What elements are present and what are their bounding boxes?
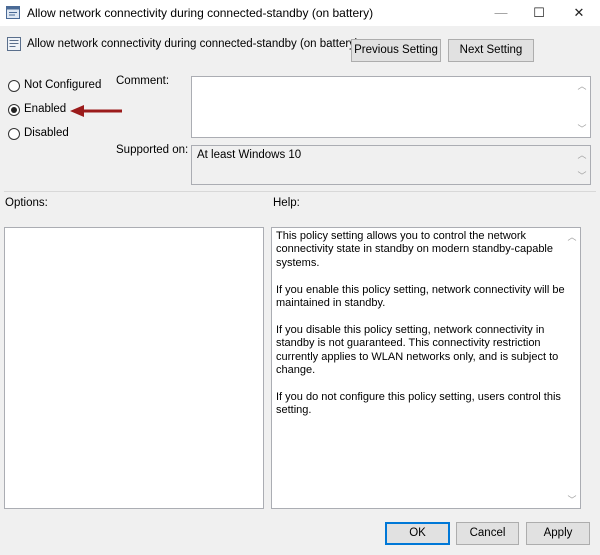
comment-input[interactable]: ︿ ﹀ (191, 76, 591, 138)
supported-on-label: Supported on: (116, 144, 189, 156)
title-bar: Allow network connectivity during connec… (0, 0, 600, 26)
supported-on-value: At least Windows 10 (197, 149, 302, 161)
comment-scroll-down-icon[interactable]: ﹀ (576, 122, 588, 135)
help-paragraph: If you disable this policy setting, netw… (276, 323, 559, 377)
ok-button[interactable]: OK (385, 522, 450, 545)
radio-not-configured[interactable] (8, 80, 20, 92)
options-panel (4, 227, 264, 509)
radio-disabled[interactable] (8, 128, 20, 140)
maximize-button[interactable]: ☐ (520, 0, 558, 26)
previous-setting-button[interactable]: Previous Setting (351, 39, 441, 62)
options-label: Options: (5, 197, 48, 209)
next-setting-button[interactable]: Next Setting (448, 39, 534, 62)
annotation-arrow-icon (70, 105, 122, 117)
cancel-button[interactable]: Cancel (456, 522, 519, 545)
supported-on-field: At least Windows 10 ︿ ﹀ (191, 145, 591, 185)
comment-scroll-up-icon[interactable]: ︿ (576, 79, 588, 92)
help-paragraph: If you enable this policy setting, netwo… (276, 283, 565, 310)
minimize-button[interactable]: — (482, 0, 520, 26)
radio-enabled[interactable] (8, 104, 20, 116)
window-title: Allow network connectivity during connec… (27, 6, 374, 20)
policy-setting-icon (7, 37, 21, 51)
supported-scroll-up-icon[interactable]: ︿ (576, 148, 588, 161)
help-paragraph: If you do not configure this policy sett… (276, 390, 561, 417)
close-button[interactable]: ✕ (560, 0, 598, 26)
help-paragraph: This policy setting allows you to contro… (276, 230, 553, 269)
radio-label-not-configured[interactable]: Not Configured (24, 79, 101, 91)
policy-name: Allow network connectivity during connec… (27, 38, 359, 50)
supported-scroll-down-icon[interactable]: ﹀ (576, 169, 588, 182)
help-text: This policy setting allows you to contro… (276, 230, 576, 431)
help-label: Help: (273, 197, 300, 209)
help-scroll-down-icon[interactable]: ﹀ (566, 493, 578, 506)
radio-label-disabled[interactable]: Disabled (24, 127, 69, 139)
policy-window-icon (6, 6, 20, 19)
radio-selected-dot (11, 107, 17, 113)
radio-label-enabled[interactable]: Enabled (24, 103, 66, 115)
section-divider (4, 191, 596, 192)
apply-button[interactable]: Apply (526, 522, 590, 545)
comment-label: Comment: (116, 75, 170, 87)
